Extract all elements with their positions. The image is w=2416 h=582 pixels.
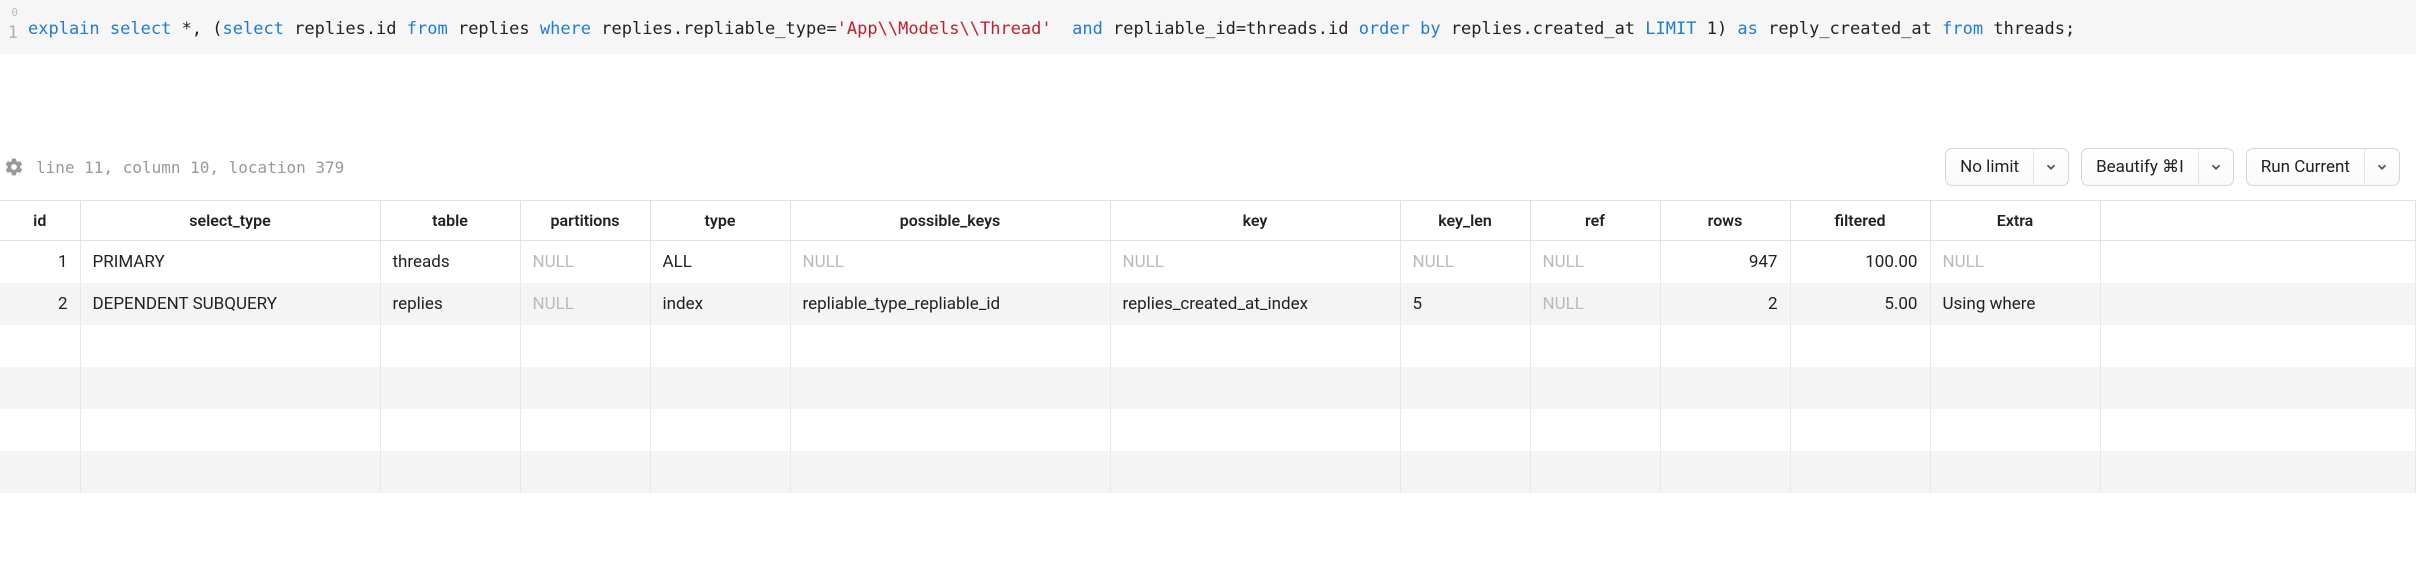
table-cell[interactable]: Using where	[1930, 283, 2100, 325]
gear-icon[interactable]	[4, 157, 24, 177]
beautify-label[interactable]: Beautify ⌘I	[2082, 149, 2199, 185]
table-cell[interactable]: NULL	[1530, 283, 1660, 325]
limit-dropdown[interactable]: No limit	[1945, 148, 2069, 186]
table-row[interactable]: 2DEPENDENT SUBQUERYrepliesNULLindexrepli…	[0, 283, 2416, 325]
column-header[interactable]: select_type	[80, 201, 380, 241]
sql-editor[interactable]: 0 1 explain select *, (select replies.id…	[0, 0, 2416, 54]
table-cell[interactable]: replies	[380, 283, 520, 325]
table-cell[interactable]: 5	[1400, 283, 1530, 325]
table-cell[interactable]: NULL	[520, 283, 650, 325]
table-cell[interactable]: NULL	[520, 241, 650, 283]
table-cell[interactable]: 100.00	[1790, 241, 1930, 283]
line-gutter: 0 1	[0, 4, 28, 46]
column-header[interactable]: partitions	[520, 201, 650, 241]
column-header[interactable]: Extra	[1930, 201, 2100, 241]
results-table: idselect_typetablepartitionstypepossible…	[0, 200, 2416, 493]
table-cell[interactable]: NULL	[790, 241, 1110, 283]
column-header[interactable]: possible_keys	[790, 201, 1110, 241]
column-header-tail	[2100, 201, 2416, 241]
table-row-empty	[0, 325, 2416, 367]
column-header[interactable]: table	[380, 201, 520, 241]
table-cell[interactable]: replies_created_at_index	[1110, 283, 1400, 325]
table-cell[interactable]: repliable_type_repliable_id	[790, 283, 1110, 325]
table-cell[interactable]: 2	[0, 283, 80, 325]
sql-code[interactable]: explain select *, (select replies.id fro…	[28, 4, 2416, 46]
limit-label[interactable]: No limit	[1946, 149, 2034, 185]
table-row-empty	[0, 451, 2416, 493]
table-row-empty	[0, 367, 2416, 409]
table-cell[interactable]: NULL	[1530, 241, 1660, 283]
table-cell[interactable]: NULL	[1400, 241, 1530, 283]
table-cell[interactable]: 947	[1660, 241, 1790, 283]
table-cell[interactable]: 2	[1660, 283, 1790, 325]
beautify-button[interactable]: Beautify ⌘I	[2081, 148, 2234, 186]
column-header[interactable]: key_len	[1400, 201, 1530, 241]
table-cell[interactable]: DEPENDENT SUBQUERY	[80, 283, 380, 325]
toolbar: line 11, column 10, location 379 No limi…	[0, 134, 2416, 200]
table-cell[interactable]: PRIMARY	[80, 241, 380, 283]
table-row[interactable]: 1PRIMARYthreadsNULLALLNULLNULLNULLNULL94…	[0, 241, 2416, 283]
chevron-down-icon[interactable]	[2034, 149, 2068, 185]
table-cell[interactable]: NULL	[1930, 241, 2100, 283]
table-cell[interactable]: index	[650, 283, 790, 325]
table-cell[interactable]: 5.00	[1790, 283, 1930, 325]
column-header[interactable]: rows	[1660, 201, 1790, 241]
column-header[interactable]: type	[650, 201, 790, 241]
table-header-row: idselect_typetablepartitionstypepossible…	[0, 201, 2416, 241]
chevron-down-icon[interactable]	[2365, 149, 2399, 185]
table-cell[interactable]: 1	[0, 241, 80, 283]
chevron-down-icon[interactable]	[2199, 149, 2233, 185]
column-header[interactable]: filtered	[1790, 201, 1930, 241]
run-current-button[interactable]: Run Current	[2246, 148, 2400, 186]
cursor-location: line 11, column 10, location 379	[36, 158, 1933, 177]
table-cell[interactable]: ALL	[650, 241, 790, 283]
table-cell[interactable]: NULL	[1110, 241, 1400, 283]
column-header[interactable]: key	[1110, 201, 1400, 241]
table-cell[interactable]: threads	[380, 241, 520, 283]
column-header[interactable]: id	[0, 201, 80, 241]
column-header[interactable]: ref	[1530, 201, 1660, 241]
run-label[interactable]: Run Current	[2247, 149, 2365, 185]
table-row-empty	[0, 409, 2416, 451]
table-cell-tail	[2100, 283, 2416, 325]
table-cell-tail	[2100, 241, 2416, 283]
